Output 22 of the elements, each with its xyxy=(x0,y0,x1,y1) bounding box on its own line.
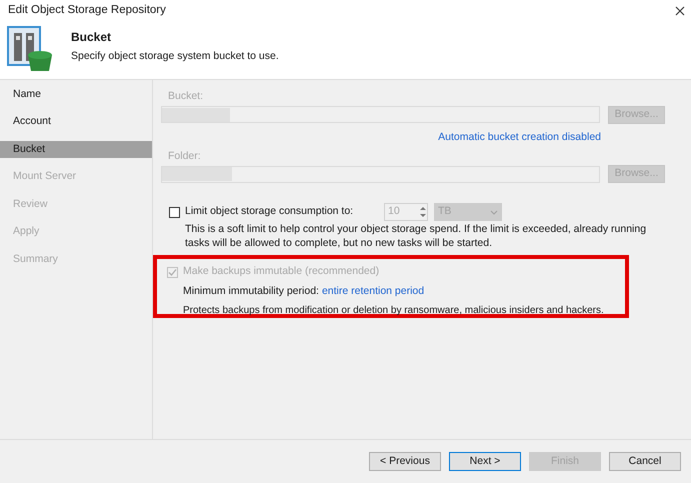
page-subtitle: Specify object storage system bucket to use. xyxy=(71,49,279,64)
checkbox[interactable] xyxy=(169,206,180,218)
close-icon[interactable] xyxy=(675,6,685,16)
period-label: Minimum immutability period: xyxy=(183,284,319,299)
window-title: Edit Object Storage Repository xyxy=(8,3,166,18)
link[interactable]: Automatic bucket creation disabled xyxy=(438,130,601,146)
dialog-button[interactable]: < Previous xyxy=(369,452,441,471)
chevron-icon xyxy=(490,210,498,215)
server-bucket-icon xyxy=(7,25,55,73)
page-title: Bucket xyxy=(71,29,112,46)
field-label: Folder: xyxy=(168,148,202,164)
step-item[interactable]: Account xyxy=(0,114,152,130)
dialog-button[interactable]: Next > xyxy=(449,452,521,471)
dialog-button[interactable]: Cancel xyxy=(609,452,681,471)
step-item[interactable]: Bucket xyxy=(0,141,152,158)
step-item[interactable]: Name xyxy=(0,86,152,103)
spin-arrows-icon[interactable] xyxy=(419,205,427,220)
checkbox-label[interactable]: Limit object storage consumption to: xyxy=(185,204,384,220)
description: Protects backups from modification or deletion by ransomware, malicious insiders and hackers. xyxy=(183,304,605,318)
description: This is a soft limit to help control your object storage spend. If the limit is exceeded, already running tasks will be allowed to complete, but no new tasks will be started. xyxy=(185,222,648,250)
number-spinner[interactable]: 10 xyxy=(384,203,428,222)
field-label: Bucket: xyxy=(168,89,204,104)
